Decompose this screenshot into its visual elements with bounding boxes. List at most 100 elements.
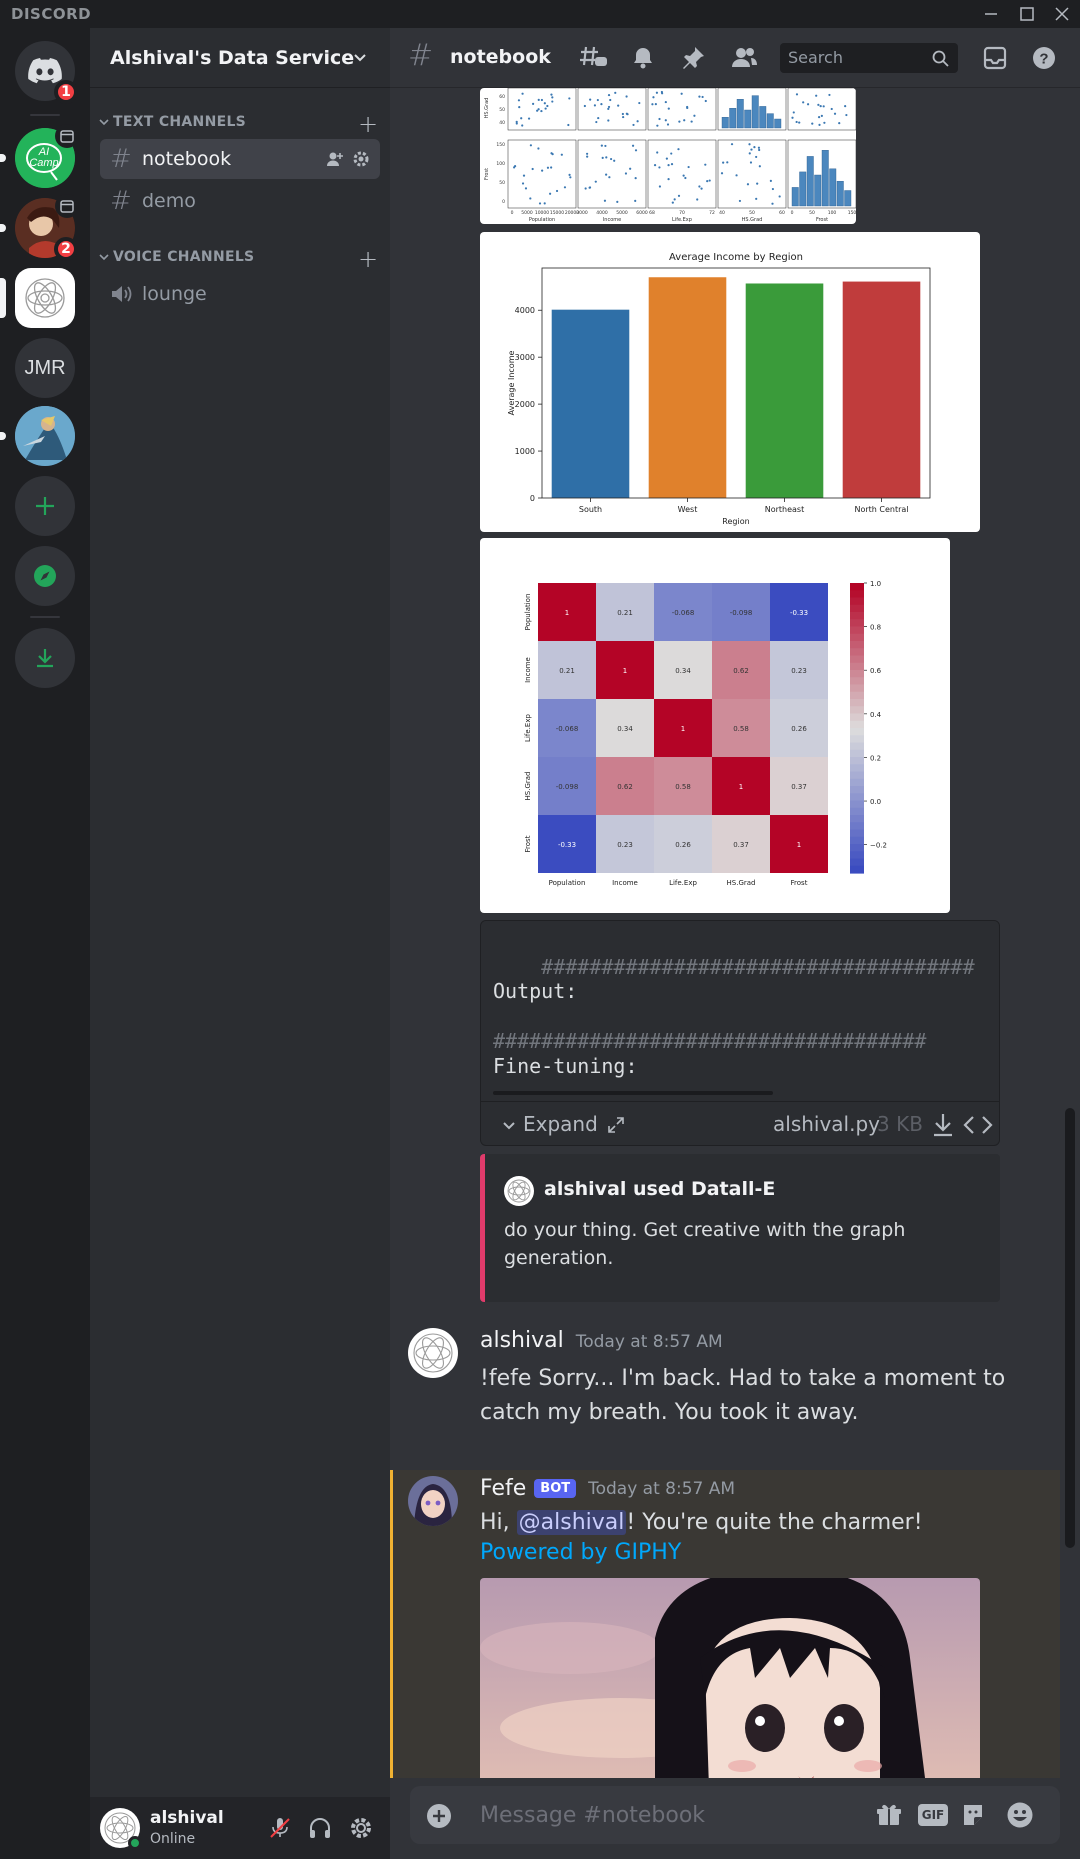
download-icon[interactable] [931, 1112, 955, 1138]
scatter-point [563, 186, 567, 189]
scatter-point [593, 104, 597, 107]
channel-label: notebook [142, 148, 232, 170]
heatmap-value: 1 [797, 841, 801, 849]
gif-image[interactable] [480, 1578, 980, 1778]
gear-icon[interactable] [352, 150, 370, 168]
histogram-bar [751, 95, 759, 129]
heatmap-value: -0.068 [556, 725, 579, 733]
voice-channels-category[interactable]: VOICE CHANNELS + [98, 245, 378, 273]
explore-servers-button[interactable] [15, 546, 75, 606]
expand-button[interactable]: Expand [523, 1112, 598, 1136]
scatter-point [605, 173, 608, 176]
message-composer[interactable]: Message #notebook GIF [410, 1786, 1060, 1844]
invite-icon[interactable] [326, 150, 344, 168]
y-tick-label: 4000 [515, 306, 535, 315]
colorbar-segment [850, 822, 864, 831]
threads-icon[interactable] [580, 45, 608, 71]
settings-gear-icon[interactable] [348, 1815, 374, 1841]
channel-notebook[interactable]: # notebook [100, 139, 380, 179]
headphones-icon[interactable] [307, 1815, 333, 1841]
sticker-icon[interactable] [960, 1802, 986, 1828]
pairplot-image[interactable]: 0 5000 10000 15000 20000 Population 3000 4000 50… [480, 88, 856, 224]
voice-channel-lounge[interactable]: lounge [100, 274, 380, 314]
server-ai-camp[interactable]: AI Camp [0, 124, 79, 188]
text-channels-category[interactable]: TEXT CHANNELS + [98, 110, 378, 138]
avatar[interactable] [408, 1328, 458, 1378]
scatter-point [673, 198, 676, 201]
member-list-icon[interactable] [730, 45, 758, 71]
heatmap-value: 0.34 [675, 667, 691, 675]
bell-icon[interactable] [630, 45, 656, 71]
server-alshival-data-service[interactable] [0, 268, 75, 328]
scatter-point [522, 174, 526, 177]
scatter-point [698, 185, 701, 188]
scatter-point [607, 105, 611, 109]
colorbar-segment [850, 764, 864, 773]
message-author[interactable]: Fefe [480, 1476, 526, 1501]
scatter-point [588, 186, 592, 189]
gift-icon[interactable] [876, 1802, 902, 1828]
message-alshival: alshival Today at 8:57 AM !fefe Sorry...… [390, 1320, 1060, 1450]
vertical-scrollbar[interactable] [1060, 88, 1080, 1778]
histogram-bar [729, 108, 737, 129]
scatter-point [769, 179, 772, 182]
message-author[interactable]: alshival [480, 1328, 564, 1353]
x-tick-label: 4000 [596, 210, 608, 216]
y-tick-label: 50 [499, 180, 505, 186]
home-button[interactable]: 1 [15, 41, 78, 104]
scatter-point [546, 104, 549, 108]
scatter-point [594, 180, 597, 183]
emoji-icon[interactable] [1006, 1801, 1034, 1829]
create-channel-icon[interactable]: + [358, 245, 378, 273]
code-preview: #################################### Out… [481, 921, 999, 1101]
scatter-point [706, 180, 709, 183]
server-jmr[interactable]: JMR [15, 338, 75, 398]
avatar[interactable] [100, 1808, 142, 1850]
user-mention[interactable]: @alshival [516, 1510, 627, 1535]
gif-picker-button[interactable]: GIF [918, 1804, 948, 1826]
mute-mic-icon[interactable] [267, 1815, 293, 1841]
server-warrior[interactable] [0, 406, 75, 466]
scatter-point [529, 197, 532, 200]
pairplot-figure: 0 5000 10000 15000 20000Population3000 4000 50… [484, 88, 856, 223]
maximize-icon[interactable] [1016, 3, 1038, 25]
download-apps-button[interactable] [15, 628, 75, 688]
scatter-point [597, 116, 600, 120]
hash-icon: # [110, 186, 132, 216]
colorbar-segment [850, 604, 864, 613]
server-mention-badge: 2 [54, 237, 78, 261]
search-placeholder: Search [788, 48, 843, 67]
avatar[interactable] [408, 1476, 458, 1526]
colorbar-tick-label: 0.2 [870, 754, 881, 762]
horizontal-scrollbar[interactable] [493, 1091, 773, 1095]
code-attachment[interactable]: #################################### Out… [480, 920, 1000, 1146]
pin-icon[interactable] [680, 45, 706, 71]
scrollbar-thumb[interactable] [1065, 1108, 1075, 1548]
correlation-heatmap-image[interactable]: 1 0.21 -0.068 -0.098 -0.33 0.21 1 0.34 0.62 0.23-… [480, 538, 950, 913]
fullscreen-icon[interactable] [607, 1116, 625, 1134]
scatter-point [653, 164, 657, 167]
add-server-button[interactable] [15, 476, 75, 536]
scatter-point [771, 187, 775, 191]
pairplot-panel [507, 88, 577, 131]
scatter-point [755, 155, 758, 159]
add-attachment-icon[interactable] [426, 1803, 452, 1829]
close-icon[interactable] [1051, 3, 1073, 25]
colorbar-segment [850, 633, 864, 642]
heatmap-value: -0.33 [558, 841, 576, 849]
help-icon[interactable]: ? [1031, 45, 1057, 71]
bar-chart-image[interactable]: Average Income by Region 0 1000 2000 3000 400… [480, 232, 980, 532]
server-character[interactable]: 2 [0, 194, 79, 261]
search-input[interactable]: Search [780, 43, 958, 73]
giphy-link[interactable]: Powered by GIPHY [480, 1540, 681, 1565]
channel-demo[interactable]: # demo [100, 181, 380, 221]
inbox-icon[interactable] [982, 45, 1008, 71]
view-source-icon[interactable] [963, 1114, 993, 1136]
create-channel-icon[interactable]: + [358, 110, 378, 138]
y-tick-label: Income [524, 657, 532, 683]
minimize-icon[interactable] [980, 3, 1002, 25]
colorbar-segment [850, 865, 864, 874]
x-tick-label: 3000 [576, 210, 588, 216]
user-name: alshival [150, 1808, 224, 1828]
guild-header[interactable]: Alshival's Data Service [90, 28, 390, 88]
